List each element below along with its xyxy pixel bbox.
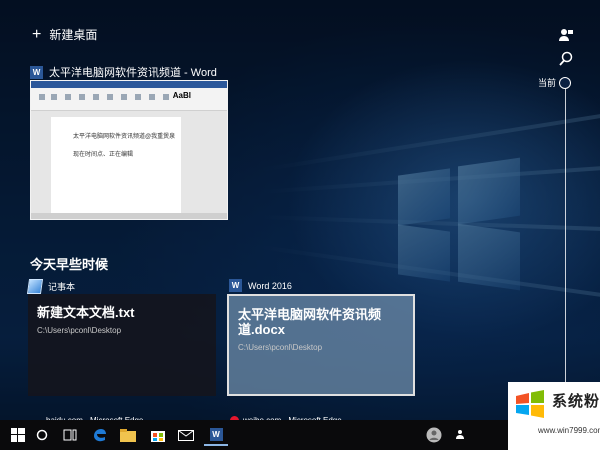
notepad-icon xyxy=(26,279,44,294)
task-view-icon xyxy=(63,429,77,441)
card-path: C:\Users\pconl\Desktop xyxy=(37,326,122,335)
word-icon: W xyxy=(30,65,43,79)
edge-taskbar-button[interactable] xyxy=(88,424,112,446)
doc-line: 太平洋电脑网软件资讯频道@我重煲泉 xyxy=(73,134,176,140)
cortana-icon xyxy=(36,429,48,441)
mail-icon xyxy=(178,429,194,441)
section-heading: 今天早些时候 xyxy=(30,257,109,272)
notepad-card-header: 记事本 xyxy=(26,279,76,294)
people-taskbar-button[interactable] xyxy=(450,424,474,446)
word-titlebar xyxy=(31,81,227,88)
word-ribbon: AaBl xyxy=(31,88,227,111)
people-icon[interactable] xyxy=(555,24,577,46)
word-app-label: Word 2016 xyxy=(248,280,292,291)
folder-icon xyxy=(120,428,136,442)
windows-icon xyxy=(11,428,25,442)
word-window-thumbnail[interactable]: AaBl 太平洋电脑网软件资讯频道@我重煲泉 现在时间点、正在编辑 xyxy=(30,80,228,220)
task-view-button[interactable] xyxy=(58,424,82,446)
word-icon: W xyxy=(229,279,242,292)
word-page: 太平洋电脑网软件资讯频道@我重煲泉 现在时间点、正在编辑 xyxy=(51,117,181,219)
new-desktop-button[interactable]: + 新建桌面 xyxy=(32,26,97,43)
edge-icon xyxy=(94,429,106,442)
timeline-now-label: 当前 xyxy=(538,78,557,88)
card-path: C:\Users\pconl\Desktop xyxy=(238,343,323,352)
site-watermark: 系统粉 www.win7999.com xyxy=(508,382,600,450)
avatar[interactable] xyxy=(422,424,446,446)
microsoft-logo-icon xyxy=(516,390,544,418)
timeline-scrollbar[interactable] xyxy=(565,88,566,388)
plus-icon: + xyxy=(32,25,42,43)
activity-card-notepad[interactable]: 新建文本文档.txt C:\Users\pconl\Desktop xyxy=(28,294,216,396)
store-button[interactable] xyxy=(146,424,170,446)
start-button[interactable] xyxy=(6,424,30,446)
word-taskbar-button[interactable]: W xyxy=(204,424,228,446)
notepad-app-label: 记事本 xyxy=(48,282,76,292)
word-statusbar xyxy=(31,213,227,219)
watermark-url: www.win7999.com xyxy=(538,426,600,435)
card-title: 新建文本文档.txt xyxy=(37,305,135,320)
user-icon xyxy=(426,427,442,443)
activity-card-word[interactable]: 太平洋电脑网软件资讯频道.docx C:\Users\pconl\Desktop xyxy=(227,294,415,396)
word-style-preview: AaBl xyxy=(172,91,191,100)
store-icon xyxy=(151,431,165,442)
watermark-brand: 系统粉 xyxy=(552,393,600,410)
card-title: 太平洋电脑网软件资讯频道.docx xyxy=(238,307,382,337)
word-icon: W xyxy=(209,427,223,441)
new-desktop-label: 新建桌面 xyxy=(49,28,98,42)
cortana-button[interactable] xyxy=(30,424,54,446)
word-document-area: 太平洋电脑网软件资讯频道@我重煲泉 现在时间点、正在编辑 xyxy=(31,111,227,219)
people-icon xyxy=(456,430,464,439)
search-icon[interactable] xyxy=(555,48,577,70)
word-window-title: 太平洋电脑网软件资讯频道 - Word xyxy=(49,67,217,79)
mail-button[interactable] xyxy=(174,424,198,446)
word-window-header[interactable]: W 太平洋电脑网软件资讯频道 - Word xyxy=(30,64,217,80)
doc-line: 现在时间点、正在编辑 xyxy=(73,152,134,158)
file-explorer-button[interactable] xyxy=(116,424,140,446)
word-card-header: W Word 2016 xyxy=(229,279,292,292)
